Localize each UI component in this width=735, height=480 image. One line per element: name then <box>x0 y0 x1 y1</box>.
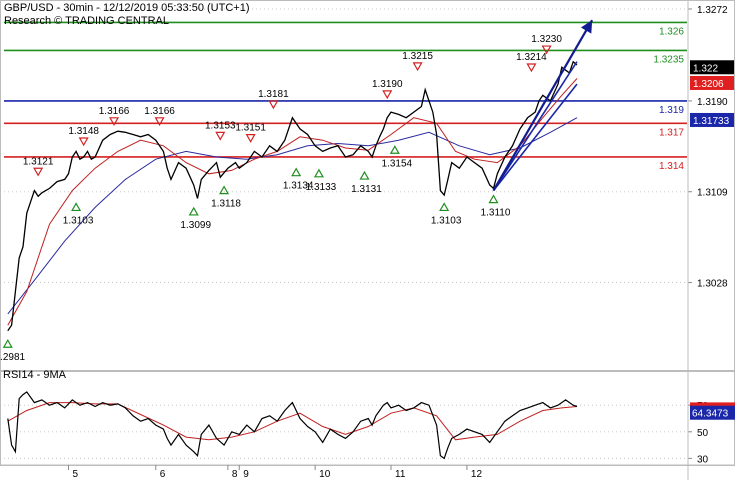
price-tag-label: 1.322 <box>693 63 718 74</box>
swing-high-label: 1.3121 <box>23 156 54 167</box>
price-tick-label: 1.3190 <box>697 97 728 108</box>
chart-title: GBP/USD - 30min - 12/12/2019 05:33:50 (U… <box>4 2 249 14</box>
price-tag-label: 1.3206 <box>693 79 724 90</box>
time-tick-label: 11 <box>395 469 406 480</box>
swing-high-label: 1.3230 <box>531 34 562 45</box>
price-panel: 1.3272 1.3190 1.3109 1.3028 1.326 1.3235 1.319… <box>0 0 735 371</box>
time-tick-label: 10 <box>319 469 331 480</box>
level-label: 1.317 <box>659 127 684 138</box>
swing-high-label: 1.3214 <box>516 52 547 63</box>
rsi-tick-label: 50 <box>697 428 709 439</box>
time-tick-label: 12 <box>471 469 483 480</box>
swing-high-label: 1.3153 <box>205 120 236 131</box>
swing-low-label: 1.3110 <box>481 208 511 219</box>
price-tick-label: 1.3109 <box>697 188 728 199</box>
swing-low-label: 1.3103 <box>63 215 94 226</box>
swing-low-label: 1.3133 <box>306 182 337 193</box>
level-label: 1.3235 <box>653 54 684 65</box>
time-tick-label: 9 <box>243 469 249 480</box>
research-credit: Research © TRADING CENTRAL <box>4 15 169 27</box>
swing-high-label: 1.3181 <box>258 89 289 100</box>
level-label: 1.314 <box>659 161 684 172</box>
time-tick-label: 5 <box>73 469 79 480</box>
swing-low-label: 1.3118 <box>211 199 241 210</box>
level-label: 1.326 <box>659 26 684 37</box>
swing-high-label: 1.3148 <box>68 126 99 137</box>
swing-low-label: 1.3131 <box>351 184 382 195</box>
swing-low-label: 1.3099 <box>180 220 211 231</box>
swing-high-label: 1.3215 <box>402 51 433 62</box>
time-tick-label: 8 <box>232 469 238 480</box>
swing-high-label: 1.3190 <box>372 79 403 90</box>
rsi-tag-label: 64.3473 <box>692 409 729 420</box>
price-tick-label: 1.3272 <box>697 5 728 16</box>
rsi-title: RSI14 - 9MA <box>3 369 67 381</box>
rsi-panel: 70503066.84964.3473 <box>0 371 735 466</box>
price-tag-label: 1.31733 <box>693 116 730 127</box>
rsi-tick-label: 30 <box>697 454 709 465</box>
swing-high-label: 1.3166 <box>99 106 130 117</box>
time-tick-label: 6 <box>160 469 166 480</box>
swing-low-label: 1.2981 <box>0 352 26 363</box>
swing-low-label: 1.3103 <box>431 215 462 226</box>
swing-high-label: 1.3166 <box>144 106 175 117</box>
chart-canvas: 1.3272 1.3190 1.3109 1.3028 1.326 1.3235 1.319… <box>0 0 735 480</box>
swing-low-label: 1.3154 <box>382 158 413 169</box>
price-tick-label: 1.3028 <box>697 279 728 290</box>
swing-high-label: 1.3151 <box>235 123 266 134</box>
level-label: 1.319 <box>659 105 684 116</box>
